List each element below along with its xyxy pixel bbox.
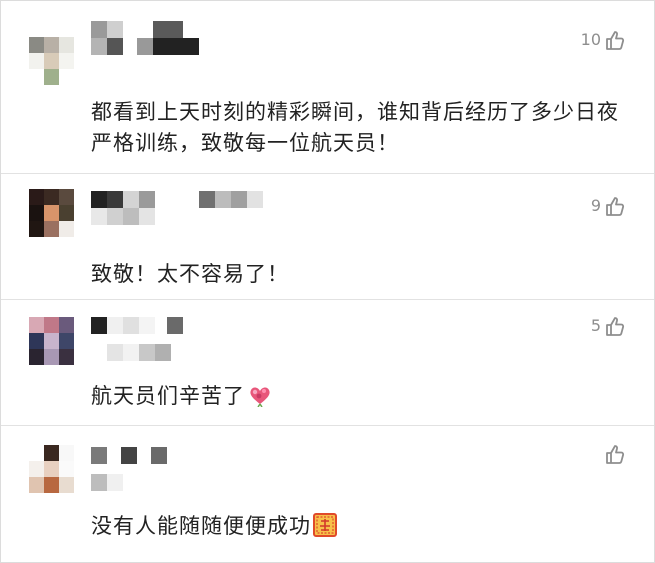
like-button[interactable]: 5	[591, 315, 626, 337]
comment-text-content: 没有人能随随便便成功	[91, 514, 311, 538]
username-redacted[interactable]	[91, 191, 271, 227]
username-redacted[interactable]	[91, 317, 191, 361]
comment-item: 没有人能随随便便成功	[1, 425, 654, 562]
like-button[interactable]: 9	[591, 195, 626, 217]
avatar[interactable]	[29, 317, 74, 365]
comment-item: 9 致敬！太不容易了！	[1, 173, 654, 300]
like-count: 9	[590, 196, 601, 215]
like-button[interactable]	[601, 443, 626, 465]
thumbs-up-icon	[606, 317, 625, 336]
comment-list: 10 都看到上天时刻的精彩瞬间，谁知背后经历了多少日夜严格训练，致敬每一位航天员…	[0, 0, 655, 563]
avatar[interactable]	[29, 37, 74, 85]
avatar[interactable]	[29, 445, 74, 493]
like-count: 5	[590, 316, 601, 335]
thumbs-up-icon	[606, 197, 625, 216]
username-redacted[interactable]	[91, 21, 201, 57]
username-redacted[interactable]	[91, 447, 181, 491]
thumbs-up-icon	[606, 31, 625, 50]
avatar[interactable]	[29, 189, 74, 237]
comment-text: 都看到上天时刻的精彩瞬间，谁知背后经历了多少日夜严格训练，致敬每一位航天员！	[91, 100, 619, 155]
thumbs-up-icon	[606, 445, 625, 464]
comment-item: 10 都看到上天时刻的精彩瞬间，谁知背后经历了多少日夜严格训练，致敬每一位航天员…	[1, 1, 654, 174]
heart-bouquet-emoji	[247, 383, 273, 416]
comment-item: 5 航天员们辛苦了	[1, 299, 654, 426]
like-count: 10	[580, 30, 601, 49]
zan-stamp-emoji	[313, 513, 337, 546]
comment-text: 没有人能随随便便成功	[91, 511, 624, 546]
comment-text-content: 航天员们辛苦了	[91, 384, 245, 408]
like-button[interactable]: 10	[581, 29, 626, 51]
comment-text: 致敬！太不容易了！	[91, 262, 289, 286]
comment-text: 航天员们辛苦了	[91, 381, 624, 416]
